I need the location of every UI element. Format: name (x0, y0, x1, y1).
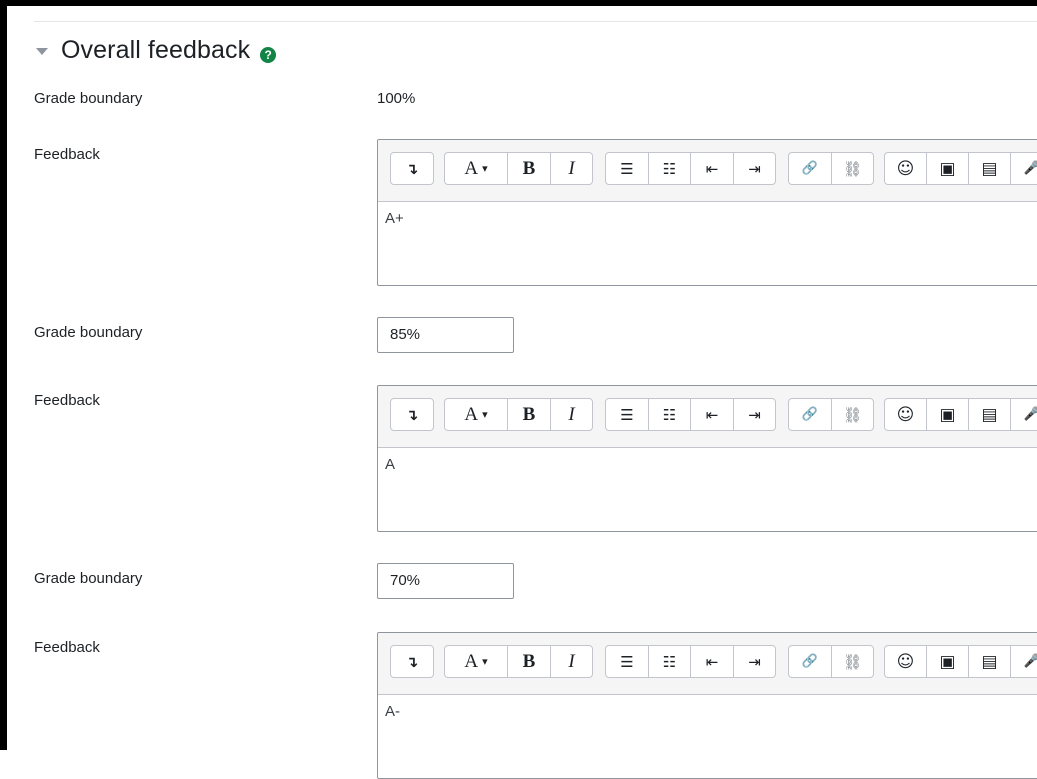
toolbar-group-media: ☺ ▣ ▤ 🎤 (884, 645, 1037, 678)
show-more-buttons-button[interactable]: ↴ (391, 646, 433, 677)
unlink-icon[interactable]: ⛓ (832, 399, 873, 430)
toolbar-group-lists: ☰ ☷ ⇤ ⇥ (605, 152, 776, 185)
feedback-editor-3[interactable]: ↴ A ▾ B I ☰ ☷ ⇤ ⇥ 🔗 ⛓ ☺ ▣ ▤ 🎤 A- (377, 632, 1037, 779)
font-style-button[interactable]: A ▾ (445, 153, 508, 184)
editor-toolbar: ↴ A ▾ B I ☰ ☷ ⇤ ⇥ 🔗 ⛓ ☺ ▣ ▤ 🎤 (378, 140, 1037, 202)
feedback-editor-2[interactable]: ↴ A ▾ B I ☰ ☷ ⇤ ⇥ 🔗 ⛓ ☺ ▣ ▤ 🎤 A (377, 385, 1037, 532)
section-divider (34, 21, 1037, 22)
image-icon[interactable]: ▣ (927, 153, 969, 184)
caret-down-icon[interactable] (36, 47, 48, 55)
grade-boundary-label-1: Grade boundary (34, 90, 143, 107)
toolbar-group-expand: ↴ (390, 645, 434, 678)
toolbar-group-style: A ▾ B I (444, 645, 593, 678)
microphone-icon[interactable]: 🎤 (1011, 399, 1037, 430)
outdent-icon[interactable]: ⇤ (691, 399, 734, 430)
font-style-icon: A (464, 157, 479, 179)
editor-content[interactable]: A+ (378, 202, 1037, 235)
ordered-list-icon[interactable]: ☷ (649, 646, 691, 677)
link-icon[interactable]: 🔗 (789, 153, 832, 184)
emoji-icon[interactable]: ☺ (885, 399, 927, 430)
unordered-list-icon[interactable]: ☰ (606, 399, 649, 430)
indent-icon[interactable]: ⇥ (734, 646, 775, 677)
grade-boundary-value-1: 100% (377, 90, 416, 107)
bold-button[interactable]: B (508, 399, 551, 430)
toolbar-group-lists: ☰ ☷ ⇤ ⇥ (605, 645, 776, 678)
editor-content[interactable]: A- (378, 695, 1037, 728)
unordered-list-icon[interactable]: ☰ (606, 153, 649, 184)
toolbar-group-expand: ↴ (390, 398, 434, 431)
chevron-down-icon: ▾ (482, 162, 488, 175)
media-icon[interactable]: ▤ (969, 646, 1011, 677)
outdent-icon[interactable]: ⇤ (691, 646, 734, 677)
toolbar-group-media: ☺ ▣ ▤ 🎤 (884, 398, 1037, 431)
window-frame-left (0, 0, 7, 750)
grade-boundary-input-2[interactable]: 85% (377, 317, 514, 353)
grade-boundary-input-3[interactable]: 70% (377, 563, 514, 599)
window-frame-top (0, 0, 1037, 6)
emoji-icon[interactable]: ☺ (885, 646, 927, 677)
editor-toolbar: ↴ A ▾ B I ☰ ☷ ⇤ ⇥ 🔗 ⛓ ☺ ▣ ▤ 🎤 (378, 633, 1037, 695)
unlink-icon[interactable]: ⛓ (832, 153, 873, 184)
ordered-list-icon[interactable]: ☷ (649, 153, 691, 184)
unlink-icon[interactable]: ⛓ (832, 646, 873, 677)
feedback-label-1: Feedback (34, 146, 100, 163)
chevron-down-icon: ▾ (482, 408, 488, 421)
section-title: Overall feedback (61, 35, 251, 64)
font-style-button[interactable]: A ▾ (445, 646, 508, 677)
chevron-down-icon: ▾ (482, 655, 488, 668)
microphone-icon[interactable]: 🎤 (1011, 153, 1037, 184)
grade-boundary-label-2: Grade boundary (34, 324, 143, 341)
italic-button[interactable]: I (551, 153, 592, 184)
toolbar-group-media: ☺ ▣ ▤ 🎤 (884, 152, 1037, 185)
emoji-icon[interactable]: ☺ (885, 153, 927, 184)
show-more-buttons-button[interactable]: ↴ (391, 153, 433, 184)
toolbar-group-links: 🔗 ⛓ (788, 645, 874, 678)
question-circle-icon[interactable]: ? (260, 47, 277, 63)
italic-button[interactable]: I (551, 399, 592, 430)
italic-button[interactable]: I (551, 646, 592, 677)
microphone-icon[interactable]: 🎤 (1011, 646, 1037, 677)
font-style-icon: A (464, 403, 479, 425)
image-icon[interactable]: ▣ (927, 399, 969, 430)
indent-icon[interactable]: ⇥ (734, 153, 775, 184)
feedback-editor-1[interactable]: ↴ A ▾ B I ☰ ☷ ⇤ ⇥ 🔗 ⛓ ☺ ▣ ▤ 🎤 A+ (377, 139, 1037, 286)
feedback-label-3: Feedback (34, 639, 100, 656)
font-style-button[interactable]: A ▾ (445, 399, 508, 430)
media-icon[interactable]: ▤ (969, 153, 1011, 184)
bold-button[interactable]: B (508, 153, 551, 184)
outdent-icon[interactable]: ⇤ (691, 153, 734, 184)
feedback-label-2: Feedback (34, 392, 100, 409)
toolbar-group-expand: ↴ (390, 152, 434, 185)
link-icon[interactable]: 🔗 (789, 399, 832, 430)
grade-boundary-label-3: Grade boundary (34, 570, 143, 587)
media-icon[interactable]: ▤ (969, 399, 1011, 430)
overall-feedback-header[interactable]: Overall feedback ? (36, 32, 277, 68)
editor-toolbar: ↴ A ▾ B I ☰ ☷ ⇤ ⇥ 🔗 ⛓ ☺ ▣ ▤ 🎤 (378, 386, 1037, 448)
editor-content[interactable]: A (378, 448, 1037, 481)
bold-button[interactable]: B (508, 646, 551, 677)
toolbar-group-links: 🔗 ⛓ (788, 152, 874, 185)
unordered-list-icon[interactable]: ☰ (606, 646, 649, 677)
image-icon[interactable]: ▣ (927, 646, 969, 677)
toolbar-group-links: 🔗 ⛓ (788, 398, 874, 431)
ordered-list-icon[interactable]: ☷ (649, 399, 691, 430)
font-style-icon: A (464, 650, 479, 672)
toolbar-group-style: A ▾ B I (444, 152, 593, 185)
toolbar-group-lists: ☰ ☷ ⇤ ⇥ (605, 398, 776, 431)
link-icon[interactable]: 🔗 (789, 646, 832, 677)
indent-icon[interactable]: ⇥ (734, 399, 775, 430)
toolbar-group-style: A ▾ B I (444, 398, 593, 431)
show-more-buttons-button[interactable]: ↴ (391, 399, 433, 430)
